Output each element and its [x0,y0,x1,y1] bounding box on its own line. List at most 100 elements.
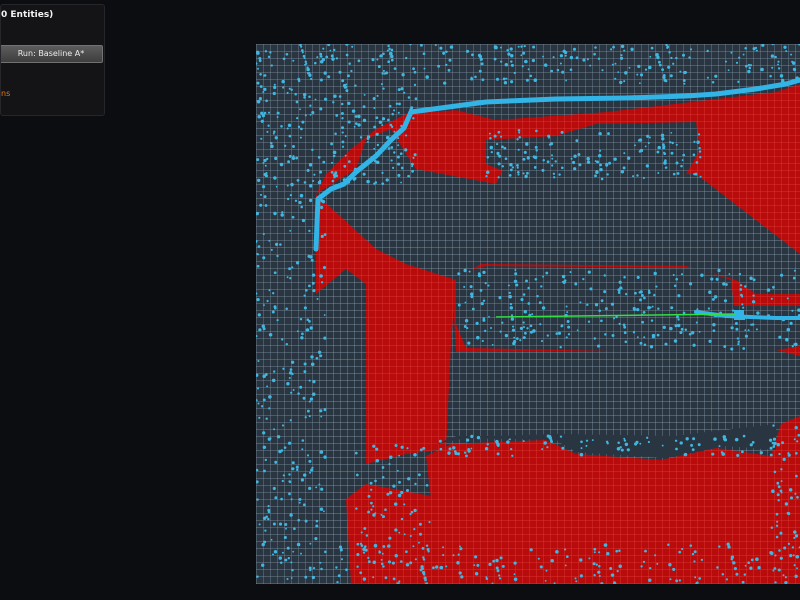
explored-node [397,144,400,147]
explored-node [318,483,321,486]
explored-node [362,172,366,176]
explored-node [636,73,639,76]
explored-node [331,57,335,61]
explored-node [357,114,361,119]
explored-node [723,299,728,303]
explored-node [772,437,777,441]
explored-node [295,465,299,469]
explored-node [362,551,366,554]
explored-node [319,409,323,413]
explored-node [713,437,717,441]
explored-node [656,562,659,565]
explored-node [477,273,482,278]
explored-node [388,536,392,540]
explored-node [369,481,373,485]
explored-node [301,218,306,223]
explored-node [476,335,480,340]
explored-node [642,560,646,564]
occupancy-grid-map[interactable] [256,44,800,584]
explored-node [594,303,599,307]
explored-node [675,161,679,165]
explored-node [786,511,790,515]
explored-node [272,522,276,526]
explored-node [793,564,796,567]
explored-node [792,554,795,557]
explored-node [356,565,359,568]
explored-node [466,49,470,53]
explored-node [574,577,577,580]
explored-node [682,311,686,315]
explored-node [303,306,307,310]
explored-node [306,318,310,322]
explored-node [773,443,776,446]
explored-node [620,56,624,60]
explored-node [586,58,589,61]
explored-node [367,494,371,498]
explored-node [769,551,774,555]
explored-node [278,556,282,560]
explored-node [340,558,344,561]
explored-node [305,289,308,292]
explored-node [271,310,275,314]
explored-node [780,273,784,277]
explored-node [774,55,777,59]
explored-node [749,443,753,447]
explored-node [752,294,755,297]
explored-node [335,174,339,178]
explored-node [403,533,406,536]
explored-node [516,138,519,141]
explored-node [314,61,317,65]
explored-node [288,473,291,476]
run-baseline-button[interactable]: Run: Baseline A* [1,45,103,63]
explored-node [301,51,304,54]
explored-node [794,451,798,455]
explored-node [459,545,461,548]
explored-node [425,75,429,79]
explored-node [319,170,323,174]
explored-node [692,437,696,441]
explored-node [500,135,503,138]
explored-node [725,578,729,581]
explored-node [464,301,467,304]
explored-node [742,53,745,56]
explored-node [306,67,310,72]
explored-node [473,564,476,567]
explored-node [639,73,644,77]
explored-node [546,160,550,164]
explored-node [381,171,384,174]
explored-node [425,544,429,547]
explored-node [341,116,344,120]
explored-node [258,97,262,101]
explored-node [320,487,324,491]
explored-node [388,491,393,495]
explored-node [623,331,627,335]
explored-node [540,285,543,288]
explored-node [257,245,261,248]
explored-node [565,79,568,82]
explored-node [691,552,695,556]
explored-node [781,78,784,81]
explored-node [695,161,699,164]
explored-node [339,548,343,552]
explored-node [632,306,636,310]
explored-node [272,292,275,295]
explored-node [780,491,783,494]
explored-node [374,181,378,184]
explored-node [630,47,634,51]
explored-node [636,307,640,312]
explored-node [649,55,652,58]
explored-node [770,297,773,300]
explored-node [759,451,763,455]
explored-node [380,513,383,516]
explored-node [259,203,263,207]
explored-node [613,157,617,161]
explored-node [264,164,267,167]
explored-node [329,49,332,52]
explored-node [373,107,376,110]
explored-node [482,270,486,275]
explored-node [779,556,783,560]
explored-node [448,58,452,62]
explored-node [545,271,549,275]
explored-node [256,99,261,104]
explored-node [562,49,566,53]
